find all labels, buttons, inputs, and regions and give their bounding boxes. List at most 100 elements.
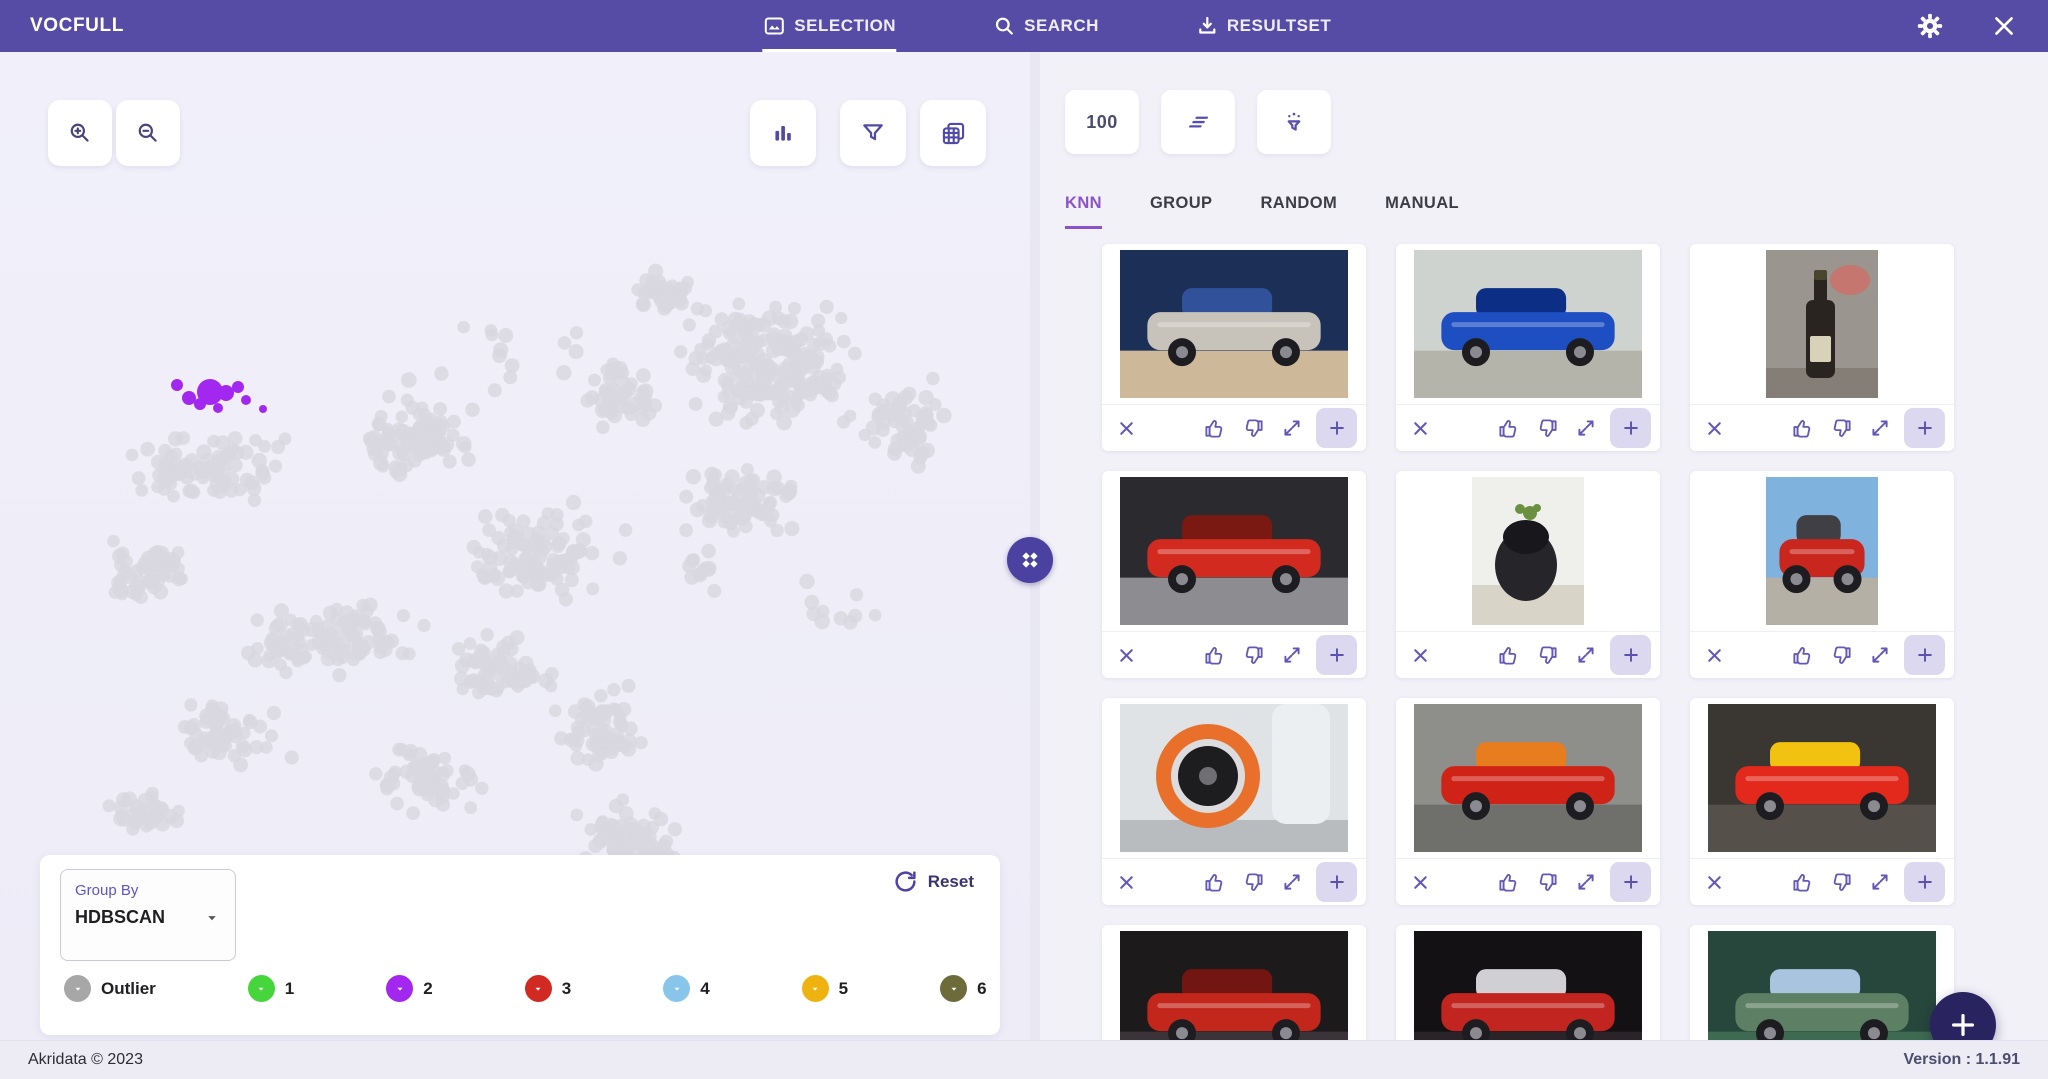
scatter-point[interactable] bbox=[848, 346, 862, 361]
scatter-point[interactable] bbox=[766, 469, 782, 485]
nav-tab-search[interactable]: SEARCH bbox=[992, 0, 1099, 52]
thumbs-down-icon[interactable] bbox=[1532, 413, 1562, 443]
scatter-point[interactable] bbox=[400, 438, 414, 452]
scatter-point[interactable] bbox=[117, 812, 132, 827]
scatter-point[interactable] bbox=[237, 742, 253, 758]
scatter-point[interactable] bbox=[305, 638, 319, 652]
scatter-point[interactable] bbox=[373, 639, 389, 654]
scatter-point[interactable] bbox=[850, 588, 864, 602]
scatter-point[interactable] bbox=[581, 753, 595, 766]
thumbs-down-icon[interactable] bbox=[1826, 640, 1856, 670]
scatter-point[interactable] bbox=[205, 701, 220, 717]
scatter-point[interactable] bbox=[719, 477, 733, 491]
scatter-point[interactable] bbox=[761, 310, 778, 326]
scatter-point[interactable] bbox=[451, 642, 466, 656]
close-icon[interactable] bbox=[1111, 867, 1141, 897]
scatter-point[interactable] bbox=[395, 743, 408, 756]
scatter-point[interactable] bbox=[128, 799, 145, 815]
thumbs-down-icon[interactable] bbox=[1238, 413, 1268, 443]
legend-item-outlier[interactable]: Outlier bbox=[64, 975, 156, 1002]
scatter-point-selected[interactable] bbox=[259, 405, 267, 413]
scatter-point[interactable] bbox=[918, 390, 934, 406]
scatter-point[interactable] bbox=[226, 718, 242, 734]
scatter-point[interactable] bbox=[637, 390, 653, 405]
scatter-point[interactable] bbox=[184, 698, 198, 712]
scatter-point[interactable] bbox=[823, 339, 837, 353]
close-icon[interactable] bbox=[1405, 640, 1435, 670]
scatter-point[interactable] bbox=[732, 297, 746, 311]
scatter-point[interactable] bbox=[492, 348, 507, 364]
scatter-point[interactable] bbox=[491, 653, 507, 670]
scatter-point[interactable] bbox=[799, 573, 815, 590]
filter-funnel-button[interactable] bbox=[840, 100, 906, 166]
scatter-point[interactable] bbox=[485, 328, 499, 342]
thumbs-up-icon[interactable] bbox=[1199, 640, 1229, 670]
scatter-point[interactable] bbox=[871, 409, 886, 424]
scatter-point[interactable] bbox=[274, 637, 288, 651]
scatter-point[interactable] bbox=[468, 654, 484, 670]
scatter-point[interactable] bbox=[131, 471, 146, 486]
scatter-point[interactable] bbox=[219, 739, 233, 753]
scatter-point[interactable] bbox=[140, 441, 155, 457]
nav-tab-resultset[interactable]: RESULTSET bbox=[1195, 0, 1331, 52]
scatter-point[interactable] bbox=[588, 373, 601, 387]
scatter-point[interactable] bbox=[604, 405, 619, 420]
scatter-point[interactable] bbox=[374, 409, 388, 423]
thumbs-down-icon[interactable] bbox=[1238, 867, 1268, 897]
scatter-point[interactable] bbox=[392, 466, 408, 482]
scatter-point-selected[interactable] bbox=[182, 391, 196, 405]
scatter-point[interactable] bbox=[685, 553, 700, 568]
scatter-point[interactable] bbox=[906, 433, 921, 448]
scatter-point[interactable] bbox=[784, 521, 800, 537]
legend-item-2[interactable]: 2 bbox=[386, 975, 433, 1002]
scatter-point[interactable] bbox=[187, 739, 202, 754]
scatter-point[interactable] bbox=[244, 475, 260, 491]
scatter-point-selected[interactable] bbox=[218, 385, 234, 401]
scatter-point[interactable] bbox=[458, 764, 472, 777]
nav-tab-selection[interactable]: SELECTION bbox=[762, 0, 897, 52]
scatter-point[interactable] bbox=[454, 671, 469, 687]
scatter-point[interactable] bbox=[765, 508, 780, 522]
legend-item-6[interactable]: 6 bbox=[940, 975, 987, 1002]
scatter-point[interactable] bbox=[466, 539, 482, 555]
scatter-point[interactable] bbox=[379, 777, 396, 794]
scatter-point[interactable] bbox=[596, 420, 610, 435]
scatter-point[interactable] bbox=[690, 302, 705, 316]
thumbs-up-icon[interactable] bbox=[1787, 413, 1817, 443]
expand-icon[interactable] bbox=[1277, 867, 1307, 897]
scatter-point[interactable] bbox=[622, 834, 637, 849]
scatter-point[interactable] bbox=[390, 796, 404, 811]
scatter-point[interactable] bbox=[637, 285, 654, 301]
scatter-point[interactable] bbox=[402, 647, 416, 661]
scatter-point[interactable] bbox=[621, 382, 637, 397]
plus-icon[interactable] bbox=[1316, 862, 1357, 902]
scatter-point[interactable] bbox=[145, 786, 159, 801]
thumbs-down-icon[interactable] bbox=[1532, 867, 1562, 897]
scatter-point[interactable] bbox=[135, 484, 149, 497]
scatter-point[interactable] bbox=[926, 371, 940, 386]
scatter-point[interactable] bbox=[498, 328, 514, 343]
scatter-point[interactable] bbox=[606, 357, 620, 372]
scatter-point[interactable] bbox=[819, 299, 834, 314]
scatter-point[interactable] bbox=[247, 652, 263, 668]
scatter-point[interactable] bbox=[565, 494, 582, 511]
scatter-point[interactable] bbox=[268, 459, 283, 473]
scatter-point-selected[interactable] bbox=[194, 398, 206, 410]
scatter-point[interactable] bbox=[604, 392, 618, 406]
scatter-point[interactable] bbox=[738, 519, 753, 534]
expand-icon[interactable] bbox=[1277, 413, 1307, 443]
close-icon[interactable] bbox=[1699, 867, 1729, 897]
scatter-point[interactable] bbox=[779, 489, 793, 503]
scatter-point[interactable] bbox=[793, 332, 809, 347]
scatter-point[interactable] bbox=[804, 594, 820, 610]
scatter-point[interactable] bbox=[495, 507, 510, 523]
scatter-point[interactable] bbox=[701, 560, 717, 576]
close-window-icon[interactable] bbox=[1988, 10, 2020, 42]
legend-item-3[interactable]: 3 bbox=[524, 975, 571, 1002]
tab-manual[interactable]: MANUAL bbox=[1385, 194, 1459, 229]
scatter-point[interactable] bbox=[734, 319, 749, 334]
scatter-point[interactable] bbox=[770, 523, 784, 538]
scatter-point[interactable] bbox=[775, 337, 792, 354]
scatter-point[interactable] bbox=[388, 765, 402, 779]
plus-icon[interactable] bbox=[1610, 408, 1651, 448]
